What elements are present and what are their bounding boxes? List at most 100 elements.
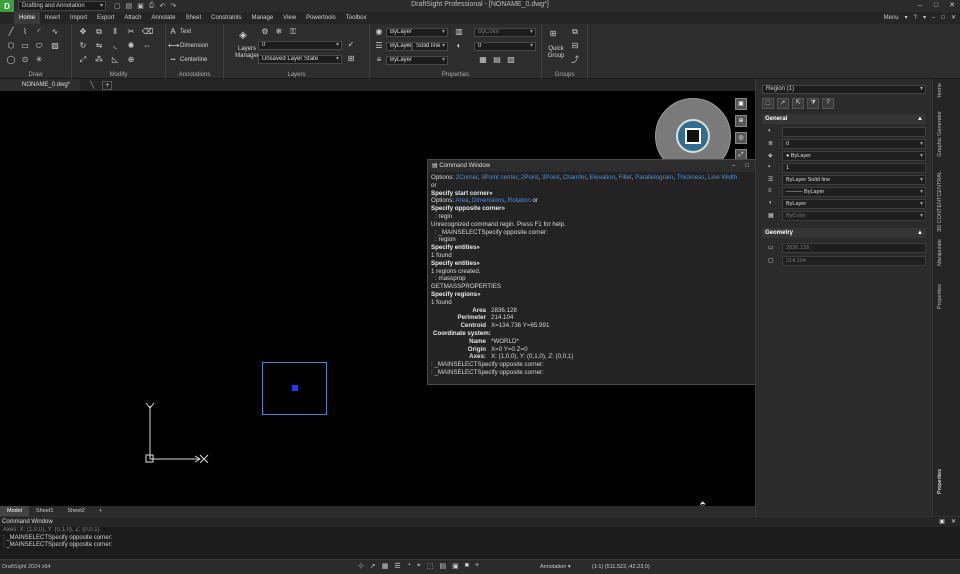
quick-input-icon[interactable]: ■ <box>465 562 469 570</box>
dimension-icon[interactable]: ⟷ <box>168 42 179 50</box>
transparency-icon[interactable]: ◐ <box>454 42 464 50</box>
quick-group-icon[interactable]: ⊞ <box>548 30 558 38</box>
layout-tab-sheet2[interactable]: Sheet2 <box>60 506 91 516</box>
copy-icon[interactable]: ⧉ <box>94 28 104 36</box>
construction-icon[interactable]: ✳ <box>34 56 44 64</box>
line-weight-icon[interactable]: ▥ <box>454 28 464 36</box>
command-history[interactable]: Options: 2Corner, 3Point center, 2Point,… <box>431 174 759 380</box>
point-icon[interactable]: ⊙ <box>20 56 30 64</box>
snap-icon[interactable]: ⊹ <box>358 562 364 570</box>
tab-export[interactable]: Export <box>92 12 119 24</box>
props-tool-1-icon[interactable]: ▦ <box>478 56 488 64</box>
circle-icon[interactable]: ◯ <box>6 56 16 64</box>
doc-close-button[interactable]: ✕ <box>951 12 956 24</box>
grid-icon[interactable]: ▦ <box>382 562 389 570</box>
layer-prop-dropdown[interactable]: ByLayer <box>386 42 412 51</box>
option-link[interactable]: Line Width <box>708 174 737 181</box>
nav-zoom-icon[interactable]: ⊕ <box>735 115 747 127</box>
opacity-field[interactable]: 0 <box>474 42 536 51</box>
property-value[interactable] <box>782 127 926 137</box>
esnap-icon[interactable]: ⌖ <box>417 562 421 570</box>
lineweight-toggle-icon[interactable]: ▤ <box>439 562 446 570</box>
doc-tab-close-icon[interactable]: ╲ <box>90 81 94 89</box>
polar-icon[interactable]: ◔ <box>407 562 411 570</box>
workspace-dropdown[interactable]: Drafting and Annotation <box>18 1 106 11</box>
tab-view[interactable]: View <box>278 12 301 24</box>
option-link[interactable]: Chamfer <box>563 174 586 181</box>
undo-icon[interactable]: ↶ <box>159 2 165 10</box>
cw-minimize-button[interactable]: – <box>732 160 735 172</box>
text-tool-label[interactable]: Text <box>180 29 191 35</box>
layout-tab-sheet1[interactable]: Sheet1 <box>29 506 60 516</box>
centerline-tool-label[interactable]: Centerline <box>180 57 207 63</box>
hatch-icon[interactable]: ▨ <box>50 42 60 50</box>
polygon-icon[interactable]: ⬡ <box>6 42 16 50</box>
rotate-icon[interactable]: ↻ <box>78 42 88 50</box>
property-value[interactable]: 0 <box>782 139 926 149</box>
offset-icon[interactable]: ⫴ <box>110 28 120 36</box>
property-value[interactable]: ByColor <box>782 211 926 221</box>
close-button[interactable]: ✕ <box>944 0 960 12</box>
color-dropdown[interactable]: ByLayer <box>386 28 448 37</box>
chamfer-icon[interactable]: ◺ <box>110 56 120 64</box>
new-icon[interactable]: ▢ <box>114 2 121 10</box>
move-icon[interactable]: ✥ <box>78 28 88 36</box>
transparency-dropdown[interactable]: ByColor <box>474 28 536 37</box>
layout-tab-model[interactable]: Model <box>0 506 29 516</box>
nav-pan-icon[interactable]: ▣ <box>735 98 747 110</box>
option-link[interactable]: Fillet <box>619 174 632 181</box>
properties-help-icon[interactable]: ? <box>822 98 834 109</box>
etrack-icon[interactable]: ⬚ <box>427 562 434 570</box>
layer-freeze-icon[interactable]: ❄ <box>274 28 284 36</box>
property-value[interactable]: ByLayer Solid line <box>782 175 926 185</box>
layer-lock-icon[interactable]: ⚿ <box>288 28 298 36</box>
arc-icon[interactable]: ◜ <box>34 28 44 36</box>
layers-manager-icon[interactable]: ◈ <box>238 31 248 42</box>
ungroup-icon[interactable]: ⊟ <box>570 42 580 50</box>
doc-tab-noname[interactable]: NONAME_0.dwg* <box>0 79 81 91</box>
text-icon[interactable]: A <box>168 28 178 36</box>
pattern-icon[interactable]: ⁂ <box>94 56 104 64</box>
section-general[interactable]: General ▲ <box>762 114 926 124</box>
option-link[interactable]: Dimensions <box>472 197 504 204</box>
linestyle-icon[interactable]: ☰ <box>374 42 384 50</box>
property-value[interactable]: 1 <box>782 163 926 173</box>
props-tool-2-icon[interactable]: ▤ <box>492 56 502 64</box>
command-window-floating[interactable]: ▤ Command Window – □ ✕ Options: 2Corner,… <box>427 159 769 385</box>
option-link[interactable]: 2Point <box>521 174 539 181</box>
erase-icon[interactable]: ⌫ <box>142 28 153 36</box>
docked-float-button[interactable]: ▣ <box>939 517 945 527</box>
stretch-icon[interactable]: ⇔ <box>142 42 152 50</box>
option-link[interactable]: Area <box>455 197 468 204</box>
option-link[interactable]: 3Point center <box>481 174 517 181</box>
side-tab-3d-contentcentral[interactable]: 3D CONTENTCENTRAL <box>937 171 943 232</box>
annotation-scale-dropdown[interactable]: Annotation ▾ <box>540 564 571 570</box>
layer-state-dropdown[interactable]: Unsaved Layer State <box>258 55 342 64</box>
side-tab-home[interactable]: Home <box>937 83 943 98</box>
side-tab-manipulate[interactable]: Manipulate <box>937 239 943 266</box>
ortho-icon[interactable]: ☰ <box>394 562 400 570</box>
group-select-icon[interactable]: ⤴ <box>570 56 580 64</box>
minimize-button[interactable]: – <box>912 0 928 12</box>
side-tab-properties-bottom[interactable]: Properties <box>937 469 943 494</box>
add-layout-button[interactable]: + <box>92 506 109 516</box>
quick-select-icon[interactable]: ⬚ <box>762 98 774 109</box>
save-icon[interactable]: ▣ <box>137 2 144 10</box>
option-link[interactable]: 2Corner <box>456 174 478 181</box>
open-icon[interactable]: ▤ <box>126 2 133 10</box>
option-link[interactable]: Parallelogram <box>635 174 673 181</box>
property-value[interactable]: ——— ByLayer <box>782 187 926 197</box>
menu-button[interactable]: Menu <box>884 12 899 24</box>
cw-maximize-button[interactable]: □ <box>745 160 749 172</box>
tab-manage[interactable]: Manage <box>246 12 278 24</box>
dimension-tool-label[interactable]: Dimension <box>180 43 208 49</box>
tab-insert[interactable]: Insert <box>40 12 65 24</box>
option-link[interactable]: 3Point <box>542 174 560 181</box>
lineweight-icon[interactable]: ≡ <box>374 56 384 64</box>
tab-sheet[interactable]: Sheet <box>180 12 206 24</box>
props-tool-3-icon[interactable]: ▧ <box>506 56 516 64</box>
mirror-icon[interactable]: ⇋ <box>94 42 104 50</box>
scale-icon[interactable]: ⤢ <box>78 56 88 64</box>
line-icon[interactable]: ╱ <box>6 28 16 36</box>
trim-icon[interactable]: ✂ <box>126 28 136 36</box>
